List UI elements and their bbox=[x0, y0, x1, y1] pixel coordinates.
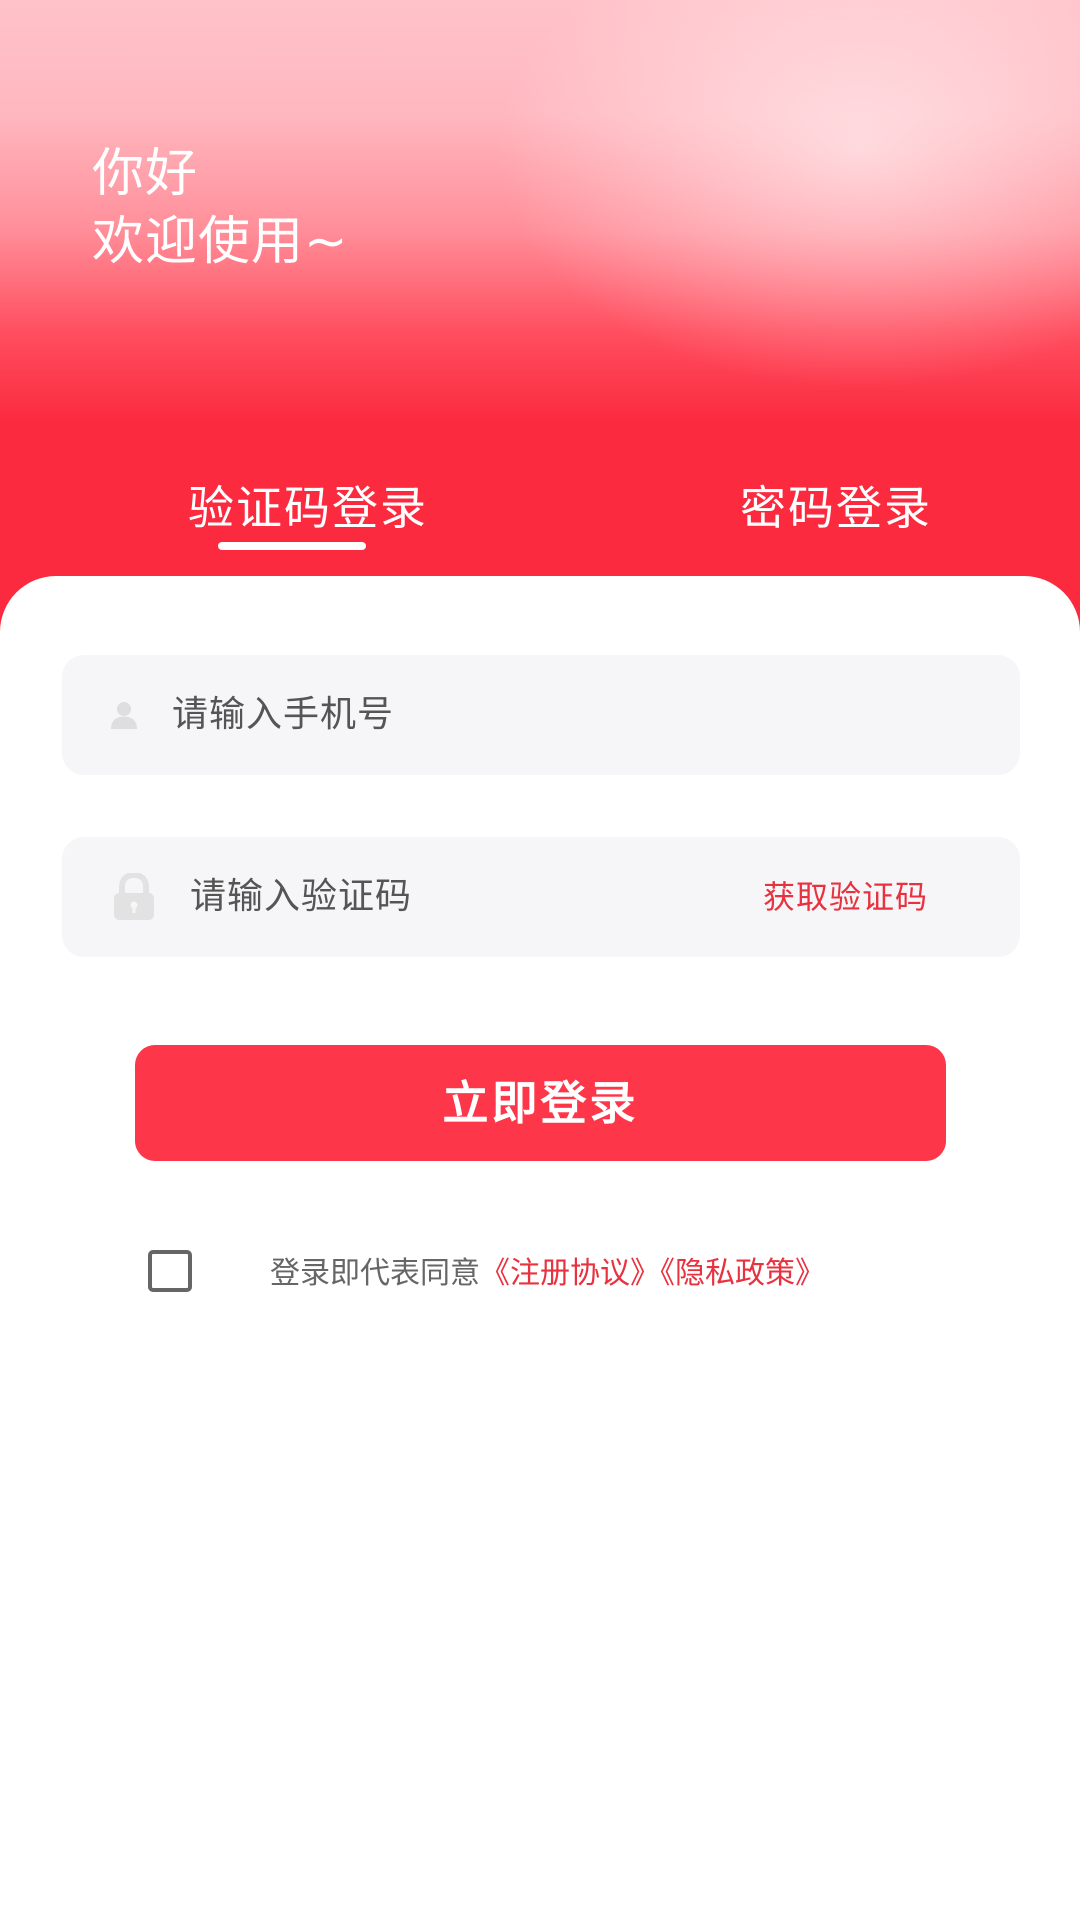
code-input-placeholder: 请输入验证码 bbox=[190, 876, 413, 917]
greeting-welcome: 欢迎使用~ bbox=[92, 212, 349, 272]
register-agreement-link[interactable]: 《注册协议》 bbox=[480, 1256, 660, 1291]
login-button[interactable]: 立即登录 bbox=[135, 1045, 946, 1161]
tab-code-login[interactable]: 验证码登录 bbox=[188, 478, 428, 538]
user-icon bbox=[102, 655, 146, 775]
privacy-policy-link[interactable]: 《隐私政策》 bbox=[660, 1256, 825, 1291]
lock-icon bbox=[108, 837, 160, 957]
code-field[interactable]: 请输入验证码 获取验证码 bbox=[62, 837, 1020, 957]
phone-field[interactable]: 请输入手机号 bbox=[62, 655, 1020, 775]
tab-password-login[interactable]: 密码登录 bbox=[740, 478, 932, 538]
header-banner: 你好 欢迎使用~ 验证码登录 密码登录 bbox=[0, 0, 1080, 640]
agreement-row: 登录即代表同意《注册协议》《隐私政策》 bbox=[0, 1248, 1080, 1300]
agreement-prefix: 登录即代表同意 bbox=[270, 1256, 480, 1291]
agreement-text: 登录即代表同意《注册协议》《隐私政策》 bbox=[270, 1248, 825, 1300]
active-tab-indicator bbox=[218, 542, 366, 550]
greeting-hello: 你好 bbox=[92, 144, 199, 204]
get-code-button[interactable]: 获取验证码 bbox=[763, 837, 928, 957]
login-screen: 你好 欢迎使用~ 验证码登录 密码登录 请输入手机号 请输入验证码 获取验证码 … bbox=[0, 0, 1080, 1920]
phone-input-placeholder: 请输入手机号 bbox=[172, 694, 395, 735]
agreement-checkbox[interactable] bbox=[148, 1250, 192, 1292]
